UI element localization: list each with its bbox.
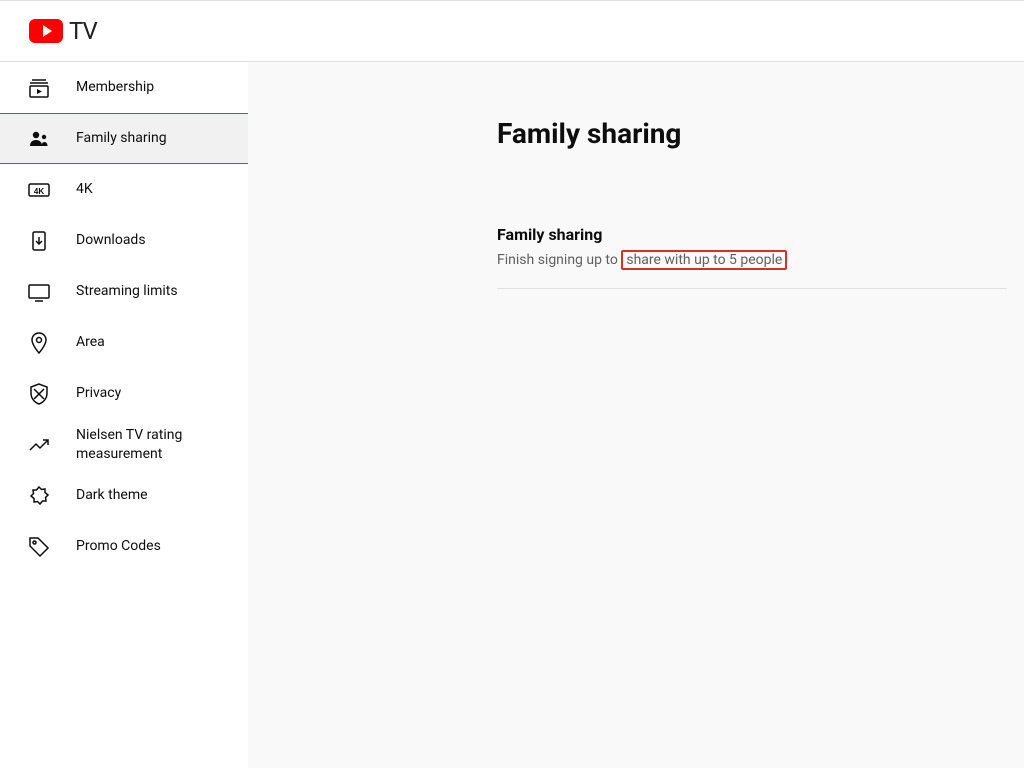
settings-sidebar: Membership Family sharing 4K 4K bbox=[0, 62, 248, 768]
app-header: TV bbox=[0, 0, 1024, 62]
privacy-icon bbox=[27, 382, 51, 406]
sidebar-item-label: Nielsen TV rating measurement bbox=[76, 426, 248, 462]
main-content: Family sharing Family sharing Finish sig… bbox=[248, 62, 1024, 768]
sidebar-item-area[interactable]: Area bbox=[0, 317, 248, 368]
nielsen-icon bbox=[27, 433, 51, 457]
family-sharing-card[interactable]: Family sharing Finish signing up to shar… bbox=[497, 225, 1007, 289]
4k-icon: 4K bbox=[27, 178, 51, 202]
sidebar-item-nielsen[interactable]: Nielsen TV rating measurement bbox=[0, 419, 248, 470]
subtitle-prefix: Finish signing up to bbox=[497, 252, 621, 268]
sidebar-item-downloads[interactable]: Downloads bbox=[0, 215, 248, 266]
area-icon bbox=[27, 331, 51, 355]
sidebar-item-label: Privacy bbox=[76, 384, 121, 402]
promo-codes-icon bbox=[27, 535, 51, 559]
sidebar-item-family-sharing[interactable]: Family sharing bbox=[0, 113, 248, 164]
sidebar-item-label: Family sharing bbox=[76, 129, 167, 147]
sidebar-item-label: Promo Codes bbox=[76, 537, 161, 555]
sidebar-item-label: Membership bbox=[76, 78, 154, 96]
sidebar-item-dark-theme[interactable]: Dark theme bbox=[0, 470, 248, 521]
sidebar-item-label: Streaming limits bbox=[76, 282, 178, 300]
card-subtitle: Finish signing up to share with up to 5 … bbox=[497, 250, 1007, 270]
sidebar-item-label: Area bbox=[76, 333, 105, 351]
card-divider bbox=[497, 288, 1007, 289]
streaming-limits-icon bbox=[27, 280, 51, 304]
sidebar-item-membership[interactable]: Membership bbox=[0, 62, 248, 113]
sidebar-item-promo-codes[interactable]: Promo Codes bbox=[0, 521, 248, 572]
svg-text:4K: 4K bbox=[34, 187, 44, 196]
youtube-tv-logo[interactable]: TV bbox=[29, 17, 97, 45]
sidebar-item-privacy[interactable]: Privacy bbox=[0, 368, 248, 419]
downloads-icon bbox=[27, 229, 51, 253]
sidebar-item-label: Downloads bbox=[76, 231, 146, 249]
youtube-play-icon bbox=[29, 19, 63, 43]
sidebar-item-label: Dark theme bbox=[76, 486, 148, 504]
membership-icon bbox=[27, 76, 51, 100]
dark-theme-icon bbox=[27, 484, 51, 508]
sidebar-item-label: 4K bbox=[76, 180, 93, 198]
logo-text: TV bbox=[69, 17, 97, 45]
subtitle-highlight: share with up to 5 people bbox=[621, 250, 787, 270]
page-title: Family sharing bbox=[497, 117, 1024, 150]
family-sharing-icon bbox=[27, 127, 51, 151]
sidebar-item-4k[interactable]: 4K 4K bbox=[0, 164, 248, 215]
card-title: Family sharing bbox=[497, 225, 1007, 244]
sidebar-item-streaming-limits[interactable]: Streaming limits bbox=[0, 266, 248, 317]
